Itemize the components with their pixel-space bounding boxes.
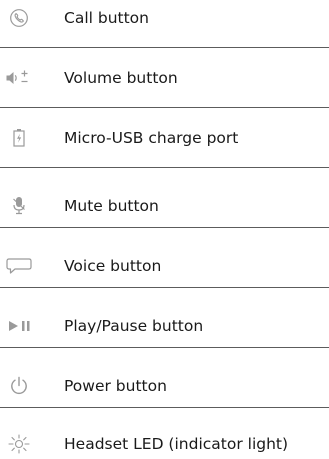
legend-item-label: Headset LED (indicator light) [64,434,289,453]
legend-item-label: Call button [64,8,149,27]
legend-item-voice: Voice button [0,250,329,281]
button-legend: Call button Volume button Micro-USB char… [0,0,329,459]
volume-icon [4,66,34,90]
legend-item-label: Power button [64,376,167,395]
legend-item-volume: Volume button [0,62,329,93]
divider [0,347,329,348]
divider [0,47,329,48]
play-pause-icon [4,314,34,338]
divider [0,407,329,408]
phone-icon [4,6,34,30]
legend-item-label: Micro-USB charge port [64,128,239,147]
power-icon [4,374,34,398]
microphone-mute-icon [4,194,34,218]
battery-charge-icon [4,126,34,150]
led-light-icon [4,432,34,456]
legend-item-mute: Mute button [0,190,329,221]
legend-item-call: Call button [0,2,329,33]
legend-item-headset-led: Headset LED (indicator light) [0,428,329,459]
legend-item-play-pause: Play/Pause button [0,310,329,341]
legend-item-charge-port: Micro-USB charge port [0,122,329,153]
divider [0,287,329,288]
divider [0,227,329,228]
speech-bubble-icon [4,254,34,278]
legend-item-label: Play/Pause button [64,316,204,335]
legend-item-label: Voice button [64,256,162,275]
legend-item-label: Volume button [64,68,178,87]
divider [0,107,329,108]
legend-item-label: Mute button [64,196,159,215]
divider [0,167,329,168]
legend-item-power: Power button [0,370,329,401]
